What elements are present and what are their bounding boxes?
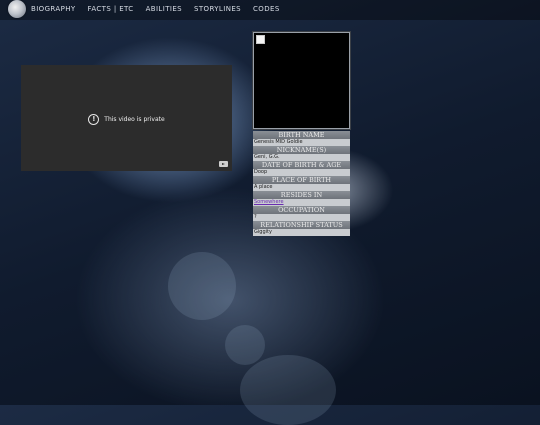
bokeh-circle xyxy=(168,252,236,320)
bokeh-circle xyxy=(225,325,265,365)
broken-image-icon xyxy=(256,35,265,44)
field-label-birth-name: BIRTH NAME xyxy=(253,131,350,139)
moon-logo-icon[interactable] xyxy=(8,0,26,18)
field-label-resides-in: RESIDES IN xyxy=(253,191,350,199)
bokeh-circle xyxy=(240,355,336,425)
profile-image xyxy=(252,31,351,130)
top-nav: BIOGRAPHY FACTS | ETC ABILITIES STORYLIN… xyxy=(0,0,540,20)
field-label-occupation: OCCUPATION xyxy=(253,206,350,214)
nav-item-codes[interactable]: CODES xyxy=(253,5,280,13)
profile-info-table: BIRTH NAME Genesis MID Goldie NICKNAME(S… xyxy=(253,131,350,236)
nav-item-biography[interactable]: BIOGRAPHY xyxy=(31,5,76,13)
field-label-date-of-birth: DATE OF BIRTH & AGE xyxy=(253,161,350,169)
field-value-place-of-birth: A place xyxy=(253,184,350,191)
nav-item-storylines[interactable]: STORYLINES xyxy=(194,5,241,13)
field-value-birth-name: Genesis MID Goldie xyxy=(253,139,350,146)
nav-item-facts[interactable]: FACTS | ETC xyxy=(88,5,134,13)
field-value-relationship-status: Giggity xyxy=(253,229,350,236)
field-label-place-of-birth: PLACE OF BIRTH xyxy=(253,176,350,184)
field-label-relationship-status: RELATIONSHIP STATUS xyxy=(253,221,350,229)
info-icon: ! xyxy=(88,113,100,125)
field-label-nicknames: NICKNAME(S) xyxy=(253,146,350,154)
nav-menu: BIOGRAPHY FACTS | ETC ABILITIES STORYLIN… xyxy=(31,5,292,13)
video-message: ! This video is private xyxy=(21,113,232,125)
field-value-resides-in-link[interactable]: Somewhere xyxy=(253,199,350,206)
youtube-icon[interactable] xyxy=(219,161,228,167)
field-value-date-of-birth: Doop xyxy=(253,169,350,176)
field-value-occupation: ? xyxy=(253,214,350,221)
nav-item-abilities[interactable]: ABILITIES xyxy=(146,5,182,13)
field-value-nicknames: Geni, G.G. xyxy=(253,154,350,161)
video-private-text: This video is private xyxy=(104,115,165,123)
video-embed[interactable]: ! This video is private xyxy=(21,65,232,171)
